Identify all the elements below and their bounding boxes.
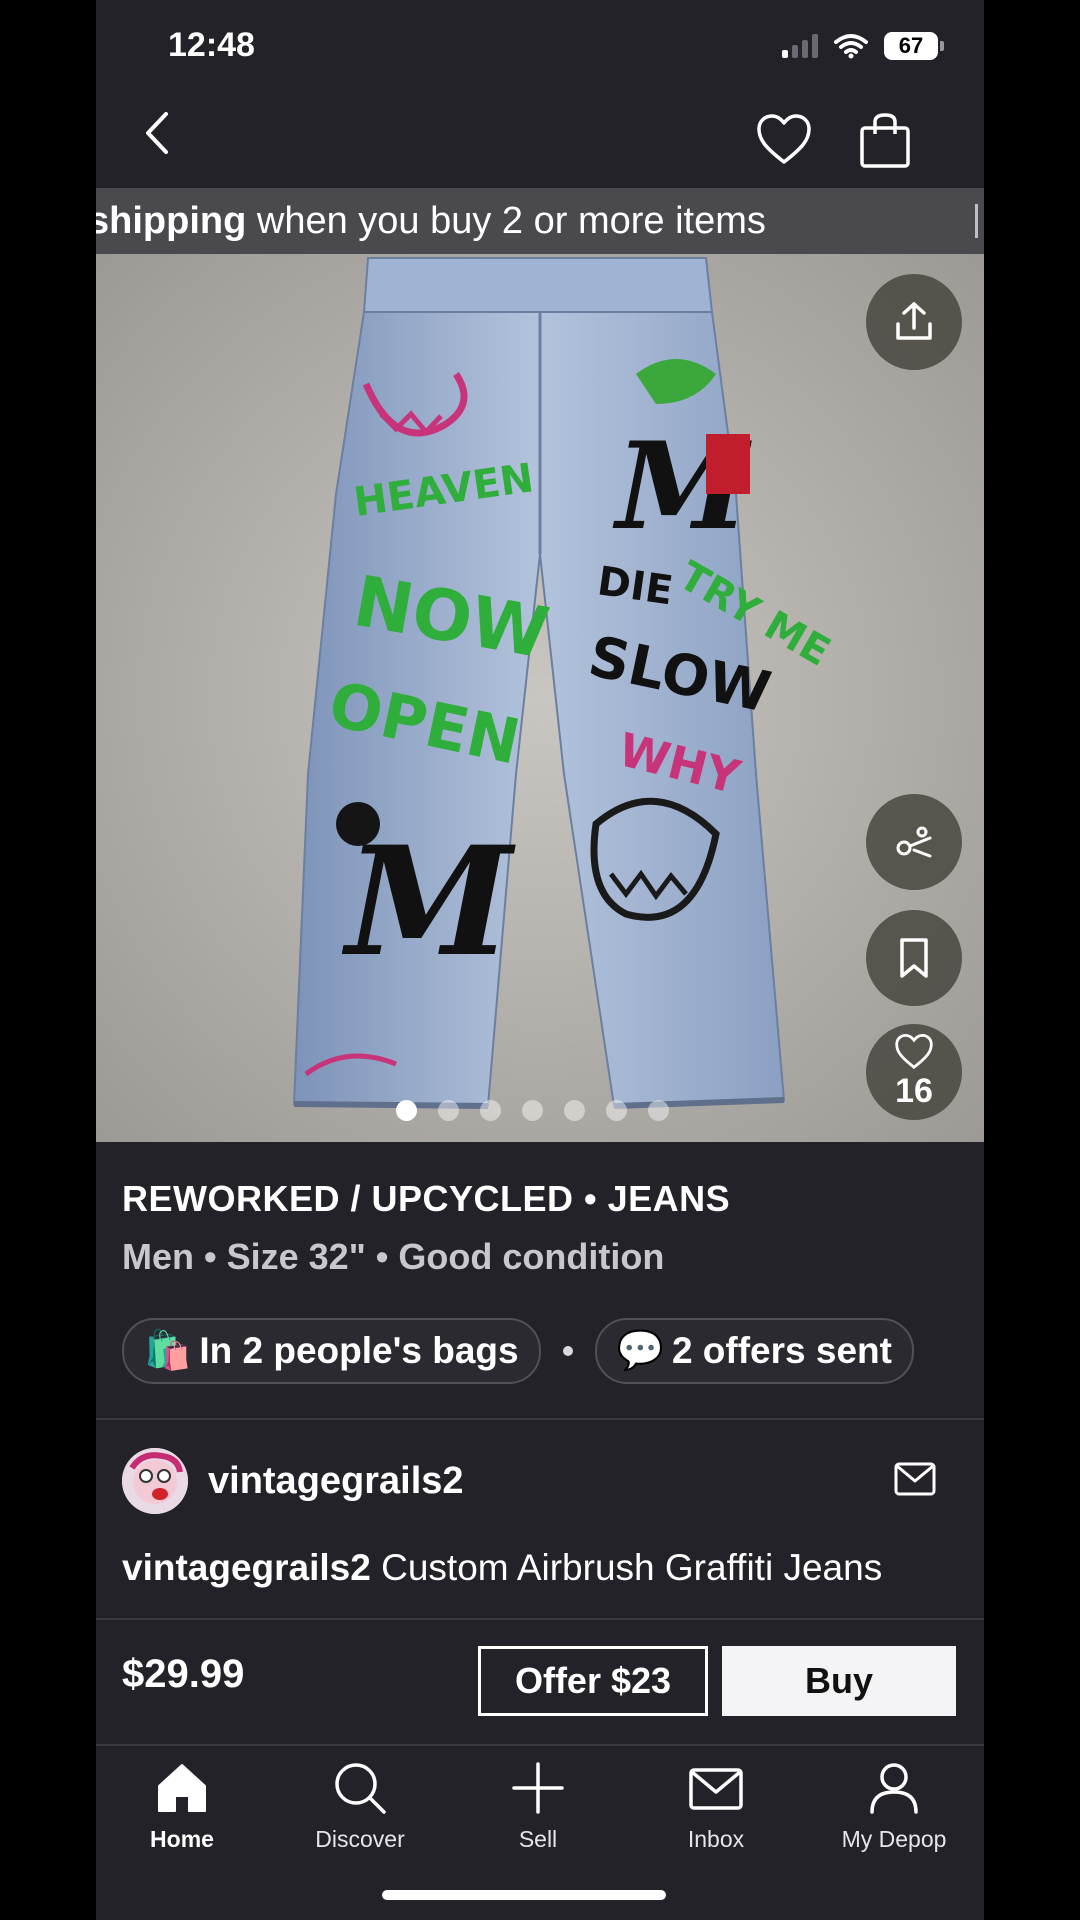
pagination-dot[interactable]: [606, 1100, 627, 1121]
plus-icon: [512, 1762, 564, 1814]
jeans-photo: HEAVEN NOW OPEN M M DIE SLOW TRY ME WHY: [96, 254, 984, 1142]
similar-items-icon: [896, 826, 932, 858]
chip-separator: [562, 1346, 573, 1356]
product-title: REWORKED / UPCYCLED • JEANS: [122, 1178, 731, 1219]
search-icon: [335, 1763, 386, 1814]
save-button[interactable]: [866, 910, 962, 1006]
product-image[interactable]: HEAVEN NOW OPEN M M DIE SLOW TRY ME WHY: [96, 254, 984, 1142]
signal-icon: [782, 34, 818, 58]
back-button[interactable]: [134, 108, 184, 158]
offers-chip-label: 2 offers sent: [671, 1330, 892, 1371]
tab-discover[interactable]: Discover: [280, 1760, 440, 1853]
make-offer-button[interactable]: Offer $23: [478, 1646, 708, 1716]
product-description: vintagegrails2 Custom Airbrush Graffiti …: [122, 1544, 962, 1622]
share-icon: [896, 302, 932, 340]
activity-chips: 🛍️ In 2 people's bags 💬 2 offers sent: [122, 1318, 914, 1384]
pagination-dot[interactable]: [438, 1100, 459, 1121]
promo-divider: [975, 204, 978, 238]
shopping-bag-button[interactable]: [858, 112, 912, 170]
wifi-icon: [834, 34, 868, 59]
home-indicator[interactable]: [382, 1890, 666, 1900]
divider: [96, 1418, 984, 1420]
seller-username[interactable]: vintagegrails2: [208, 1460, 464, 1503]
avatar-image: [122, 1448, 188, 1514]
bookmark-icon: [900, 938, 928, 978]
tab-my-depop[interactable]: My Depop: [814, 1760, 974, 1853]
purchase-bar: $29.99 Offer $23 Buy: [96, 1618, 984, 1744]
seller-avatar[interactable]: [122, 1448, 188, 1514]
bags-chip[interactable]: 🛍️ In 2 people's bags: [122, 1318, 541, 1384]
pagination-dot[interactable]: [480, 1100, 501, 1121]
like-count: 16: [895, 1071, 933, 1110]
like-button[interactable]: [756, 114, 812, 166]
message-seller-button[interactable]: [894, 1462, 936, 1496]
promo-text: when you buy 2 or more items: [246, 200, 766, 242]
status-indicators: 67: [782, 32, 944, 60]
tab-inbox-label: Inbox: [687, 1826, 745, 1852]
product-screen: 12:48 67 shipping when you buy 2 or more…: [96, 0, 984, 1920]
description-username[interactable]: vintagegrails2: [122, 1547, 371, 1588]
battery-icon: 67: [884, 32, 944, 60]
tab-inbox[interactable]: Inbox: [636, 1760, 796, 1853]
similar-items-button[interactable]: [866, 794, 962, 890]
description-text: Custom Airbrush Graffiti Jeans: [370, 1547, 883, 1588]
bags-chip-label: In 2 people's bags: [199, 1330, 519, 1371]
tab-discover-label: Discover: [315, 1826, 405, 1852]
status-time: 12:48: [168, 26, 255, 64]
tab-sell-label: Sell: [518, 1826, 558, 1852]
buy-button[interactable]: Buy: [722, 1646, 956, 1716]
promo-bold-text: shipping: [96, 200, 247, 242]
shopping-bags-icon: 🛍️: [144, 1330, 192, 1372]
tab-home[interactable]: Home: [102, 1760, 262, 1853]
speech-bubble-icon: 💬: [616, 1330, 664, 1372]
mail-icon: [689, 1768, 743, 1810]
pagination-dot[interactable]: [522, 1100, 543, 1121]
pagination-dot[interactable]: [648, 1100, 669, 1121]
promo-banner[interactable]: shipping when you buy 2 or more items: [96, 188, 984, 254]
profile-icon: [870, 1763, 918, 1814]
home-icon: [158, 1764, 206, 1812]
tab-sell[interactable]: Sell: [458, 1760, 618, 1853]
image-pagination-dots[interactable]: [396, 1100, 669, 1121]
heart-icon: [895, 1033, 933, 1069]
offers-chip[interactable]: 💬 2 offers sent: [594, 1318, 914, 1384]
share-button[interactable]: [866, 274, 962, 370]
image-like-button[interactable]: 16: [866, 1024, 962, 1120]
tab-my-depop-label: My Depop: [841, 1826, 947, 1852]
product-subtitle: Men • Size 32" • Good condition: [122, 1236, 665, 1277]
tab-home-label: Home: [150, 1826, 214, 1852]
pagination-dot[interactable]: [564, 1100, 585, 1121]
price: $29.99: [122, 1652, 245, 1696]
pagination-dot[interactable]: [396, 1100, 417, 1121]
